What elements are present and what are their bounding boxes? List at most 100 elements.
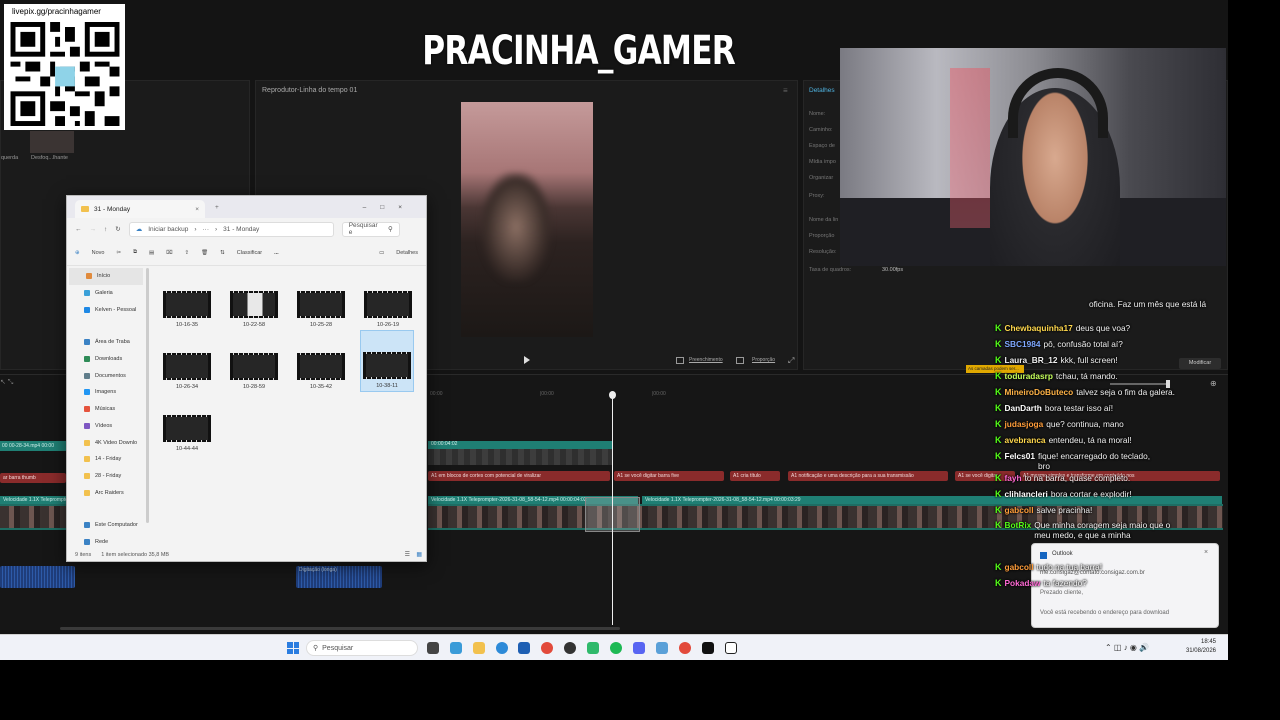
- discord-icon[interactable]: [633, 642, 645, 654]
- ellipsis-icon[interactable]: ···: [202, 226, 209, 233]
- video-filmstrip[interactable]: [0, 504, 66, 530]
- zoom-fit-icon[interactable]: ⊕: [1210, 379, 1217, 388]
- chat-username[interactable]: toduradasrp: [1005, 371, 1053, 381]
- back-icon[interactable]: ←: [75, 226, 82, 233]
- text-clip[interactable]: A1 se você digitar barra five: [614, 471, 724, 481]
- playhead-handle[interactable]: [609, 391, 616, 399]
- clock-date[interactable]: 31/08/2026: [1180, 648, 1216, 654]
- details-button[interactable]: Detalhes: [396, 250, 418, 256]
- new-icon[interactable]: ⊕: [75, 250, 80, 256]
- text-clip[interactable]: ar barra thumb: [0, 473, 66, 483]
- share-icon[interactable]: ⇪: [185, 250, 190, 256]
- edge-icon[interactable]: [496, 642, 508, 654]
- sort-icon[interactable]: ⇅: [220, 250, 225, 256]
- video-file[interactable]: 10-26-34: [160, 350, 214, 410]
- rename-icon[interactable]: ⌧: [166, 250, 172, 256]
- video-file[interactable]: 10-16-35: [160, 288, 214, 348]
- chat-username[interactable]: BotRix: [1005, 520, 1032, 530]
- video-file[interactable]: 10-35-42: [294, 350, 348, 410]
- window-controls[interactable]: –□×: [363, 204, 416, 211]
- timeline-tool-icons[interactable]: ↖ ⤡: [0, 378, 13, 387]
- timeline-scrollbar[interactable]: [60, 627, 620, 630]
- close-icon[interactable]: ×: [1204, 549, 1208, 556]
- video-clip-header[interactable]: Velocidade 1.1X Teleprompter-2026-31-08_…: [642, 496, 1222, 504]
- explorer-tab[interactable]: 31 - Monday ×: [75, 200, 205, 218]
- nav-item-folder[interactable]: 4K Video Downlo: [67, 434, 145, 451]
- nav-item-onedrive[interactable]: Kelven - Pessoal: [67, 301, 145, 318]
- more-button[interactable]: ...: [274, 250, 279, 256]
- text-clip[interactable]: A1 em blocos de cortes com potencial de …: [428, 471, 610, 481]
- fill-icon[interactable]: [676, 357, 684, 364]
- delete-icon[interactable]: 🗑: [201, 250, 208, 256]
- nav-item-network[interactable]: Rede: [67, 534, 145, 551]
- video-file[interactable]: 10-25-28: [294, 288, 348, 348]
- chat-username[interactable]: DanDarth: [1005, 403, 1042, 413]
- modify-button[interactable]: Modificar: [1179, 358, 1221, 369]
- copy-icon[interactable]: ⧉: [133, 249, 137, 256]
- media-thumbnail[interactable]: [30, 131, 74, 153]
- video-file-selected[interactable]: 10-38-11: [360, 330, 414, 392]
- widgets-icon[interactable]: [450, 642, 462, 654]
- new-button[interactable]: Novo: [92, 250, 105, 256]
- video-clip-header[interactable]: Velocidade 1.1X Teleprompter: [0, 496, 66, 504]
- chrome-profile-icon[interactable]: [679, 642, 691, 654]
- clock-time[interactable]: 18:45: [1186, 639, 1216, 645]
- capcut-icon[interactable]: [702, 642, 714, 654]
- chat-username[interactable]: judasjoga: [1005, 419, 1044, 429]
- nav-item-images[interactable]: Imagens: [67, 384, 145, 401]
- video-file[interactable]: 10-28-59: [227, 350, 281, 410]
- new-tab-icon[interactable]: +: [215, 204, 219, 211]
- task-view-icon[interactable]: [427, 642, 439, 654]
- spotify-icon[interactable]: [610, 642, 622, 654]
- chrome-icon[interactable]: [541, 642, 553, 654]
- chat-username[interactable]: clihlancleri: [1005, 489, 1048, 499]
- app-icon-2[interactable]: [725, 642, 737, 654]
- paste-icon[interactable]: ▤: [149, 250, 154, 256]
- address-bar[interactable]: ☁ Iniciar backup › ··· › 31 - Monday: [128, 221, 334, 237]
- sort-button[interactable]: Classificar: [237, 250, 262, 256]
- chat-username[interactable]: fayh: [1005, 473, 1022, 483]
- nav-item-galeria[interactable]: Galeria: [67, 285, 145, 302]
- refresh-icon[interactable]: ↻: [115, 225, 120, 233]
- video-file[interactable]: 10-22-58: [227, 288, 281, 348]
- tray-icons[interactable]: ⌃ ◫ ♪ ◉ 🔊: [1105, 643, 1149, 652]
- close-tab-icon[interactable]: ×: [195, 206, 199, 213]
- nav-item-desktop[interactable]: Área de Traba: [67, 334, 145, 351]
- menu-icon[interactable]: ≡: [783, 86, 788, 95]
- nav-item-this-pc[interactable]: Este Computador: [67, 517, 145, 534]
- clip-label[interactable]: 00 00-28-34.mp4 00:00: [0, 441, 66, 451]
- notepad-icon[interactable]: [656, 642, 668, 654]
- cut-icon[interactable]: ✂: [116, 250, 121, 256]
- text-clip[interactable]: A1 cria título: [730, 471, 780, 481]
- backup-label[interactable]: Iniciar backup: [148, 226, 188, 233]
- details-icon[interactable]: ▭: [379, 250, 384, 256]
- chat-username[interactable]: gabcoll: [1005, 562, 1034, 572]
- list-view-icon[interactable]: ☰: [405, 551, 410, 558]
- zoom-slider[interactable]: [1110, 383, 1170, 385]
- search-box[interactable]: Pesquisar e ⚲: [341, 221, 400, 237]
- file-explorer-icon[interactable]: [473, 642, 485, 654]
- top-video-clip[interactable]: 00:00:04:02: [428, 441, 613, 465]
- chat-username[interactable]: Pokadaw: [1005, 578, 1041, 588]
- chat-username[interactable]: Laura_BR_12: [1005, 355, 1058, 365]
- nav-item-inicio[interactable]: Início: [69, 268, 143, 285]
- nav-item-music[interactable]: Músicas: [67, 401, 145, 418]
- fullscreen-icon[interactable]: ⤢: [788, 356, 794, 366]
- audio-clip[interactable]: [0, 566, 75, 588]
- nav-item-folder[interactable]: 14 - Friday: [67, 451, 145, 468]
- taskbar-search[interactable]: ⚲ Pesquisar: [306, 640, 418, 656]
- grid-view-icon[interactable]: ▦: [416, 551, 422, 558]
- nav-item-videos[interactable]: Vídeos: [67, 418, 145, 435]
- ratio-button[interactable]: Proporção: [752, 357, 775, 363]
- chat-username[interactable]: SBC1984: [1005, 339, 1041, 349]
- forward-icon[interactable]: →: [90, 226, 97, 233]
- nav-scrollbar[interactable]: [146, 268, 149, 523]
- playhead[interactable]: [612, 393, 613, 625]
- chat-username[interactable]: avebranca: [1005, 435, 1046, 445]
- video-preview[interactable]: [461, 102, 593, 337]
- fill-button[interactable]: Preenchimento: [689, 357, 723, 363]
- chat-username[interactable]: Felcs01: [1005, 451, 1035, 461]
- nav-item-documents[interactable]: Documentos: [67, 367, 145, 384]
- app-icon[interactable]: [587, 642, 599, 654]
- ratio-icon[interactable]: [736, 357, 744, 364]
